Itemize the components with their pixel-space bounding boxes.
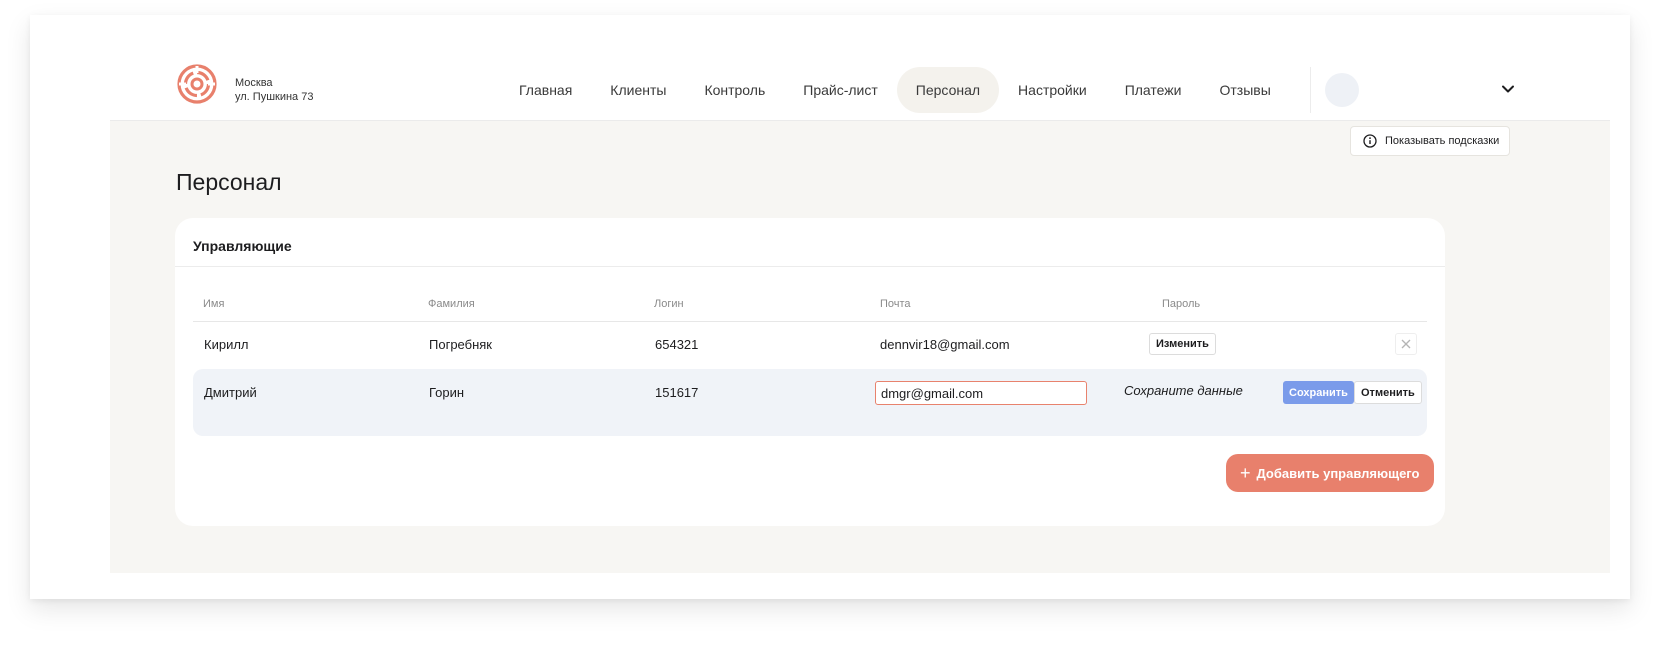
change-password-button[interactable]: Изменить <box>1149 333 1216 355</box>
save-hint-text: Сохраните данные <box>1124 383 1243 398</box>
location-block: Москва ул. Пушкина 73 <box>235 76 313 104</box>
plus-icon: + <box>1240 463 1251 483</box>
app-root: Москва ул. Пушкина 73 Главная Клиенты Ко… <box>110 45 1610 573</box>
nav-staff[interactable]: Персонал <box>896 67 1000 113</box>
row1-email: dennvir18@gmail.com <box>880 337 1010 352</box>
column-header-password: Пароль <box>1162 298 1201 310</box>
show-hints-label: Показывать подсказки <box>1385 135 1500 147</box>
column-header-last-name: Фамилия <box>428 298 475 310</box>
show-hints-button[interactable]: Показывать подсказки <box>1350 126 1511 156</box>
row1-login: 654321 <box>655 337 699 352</box>
location-address: ул. Пушкина 73 <box>235 91 314 103</box>
row1-first-name: Кирилл <box>204 337 249 352</box>
row2-login: 151617 <box>655 385 699 400</box>
save-button[interactable]: Сохранить <box>1283 381 1354 404</box>
top-header: Москва ул. Пушкина 73 Главная Клиенты Ко… <box>110 45 1610 121</box>
logo-icon[interactable] <box>176 63 218 105</box>
nav-home[interactable]: Главная <box>500 67 591 113</box>
nav-divider <box>1310 67 1311 113</box>
nav-price-list[interactable]: Прайс-лист <box>784 67 897 113</box>
card-title: Управляющие <box>193 238 292 254</box>
column-header-email: Почта <box>880 298 911 310</box>
table-header-divider <box>193 321 1427 322</box>
column-header-login: Логин <box>654 298 684 310</box>
location-city: Москва <box>235 77 273 89</box>
email-input[interactable] <box>875 381 1087 405</box>
page-title: Персонал <box>176 169 282 195</box>
avatar[interactable] <box>1325 73 1359 107</box>
row1-last-name: Погребняк <box>429 337 492 352</box>
nav-clients[interactable]: Клиенты <box>591 67 685 113</box>
chevron-down-icon[interactable] <box>1500 81 1516 97</box>
row2-first-name: Дмитрий <box>204 385 257 400</box>
add-manager-button[interactable]: + Добавить управляющего <box>1226 454 1434 492</box>
nav-control[interactable]: Контроль <box>685 67 784 113</box>
nav-settings[interactable]: Настройки <box>999 67 1106 113</box>
browser-window: Москва ул. Пушкина 73 Главная Клиенты Ко… <box>30 15 1630 599</box>
column-header-first-name: Имя <box>203 298 225 310</box>
cancel-button[interactable]: Отменить <box>1354 381 1422 404</box>
close-icon <box>1401 339 1411 349</box>
delete-row-button[interactable] <box>1395 333 1417 355</box>
info-icon <box>1363 134 1377 148</box>
managers-card: Управляющие Имя Фамилия Логин Почта Паро… <box>175 218 1445 526</box>
nav-payments[interactable]: Платежи <box>1106 67 1201 113</box>
add-manager-label: Добавить управляющего <box>1256 465 1420 481</box>
nav-reviews[interactable]: Отзывы <box>1200 67 1289 113</box>
main-nav: Главная Клиенты Контроль Прайс-лист Перс… <box>500 67 1290 113</box>
row2-last-name: Горин <box>429 385 465 400</box>
editing-row <box>193 369 1427 436</box>
card-divider <box>175 266 1445 267</box>
